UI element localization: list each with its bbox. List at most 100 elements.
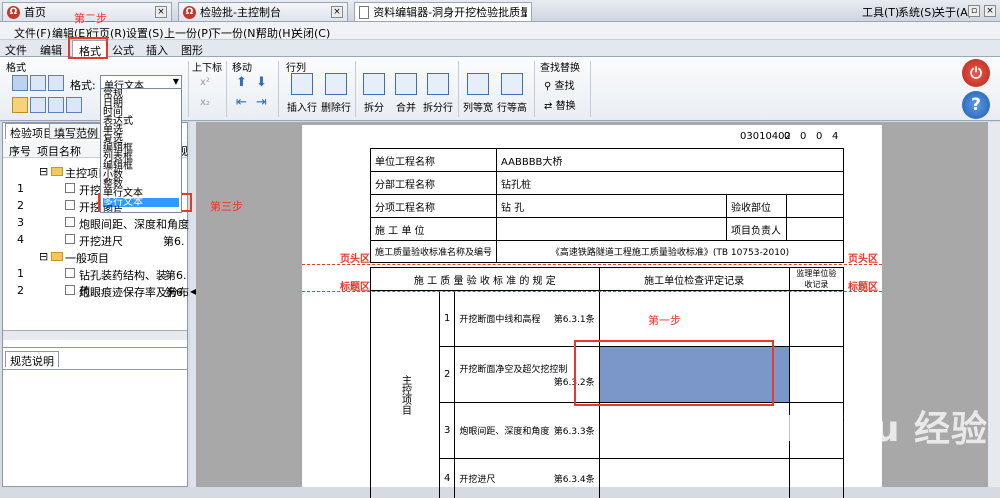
item-no: 1 <box>440 291 455 347</box>
menu-bar: 文件(F) 编辑(E) 行页(R) 设置(S) 上一份(P) 下一份(N) 帮助… <box>0 22 1000 40</box>
tab-edit[interactable]: 编辑 <box>40 42 62 58</box>
find-button[interactable]: ⚲ 查找 <box>544 77 575 92</box>
supervisor-cell[interactable] <box>789 291 843 347</box>
tab-console-label: 检验批-主控制台 <box>200 4 281 20</box>
checkbox[interactable] <box>65 200 75 210</box>
doc-code-digit: 4 <box>832 131 838 142</box>
menu-about[interactable]: 关于(A) <box>934 4 972 20</box>
menu-tools[interactable]: 工具(T) <box>862 4 899 20</box>
supervisor-cell[interactable] <box>789 347 843 403</box>
menu-system[interactable]: 系统(S) <box>898 4 936 20</box>
checkbox[interactable] <box>65 234 75 244</box>
tab-file[interactable]: 文件 <box>5 42 27 58</box>
value-cell[interactable] <box>787 218 844 241</box>
value-cell[interactable] <box>787 195 844 218</box>
checkbox[interactable] <box>65 217 75 227</box>
insert-row-button[interactable]: 插入行 <box>286 71 318 117</box>
align-left-icon[interactable] <box>12 75 28 91</box>
record-cell[interactable] <box>599 459 789 498</box>
collapse-icon[interactable]: ⊟ <box>39 250 48 263</box>
supervisor-cell[interactable] <box>789 459 843 498</box>
move-right-icon[interactable]: ⇥ <box>256 95 267 110</box>
value-cell: 《高速铁路隧道工程施工质量验收标准》(TB 10753-2010) <box>497 241 844 263</box>
col-header: 施 工 质 量 验 收 标 准 的 规 定 <box>371 268 600 291</box>
checkbox[interactable] <box>65 285 75 295</box>
help-icon[interactable]: ? <box>962 91 990 119</box>
tab-graphics[interactable]: 图形 <box>181 42 203 58</box>
item-no: 3 <box>440 403 455 459</box>
split-button[interactable]: 拆分 <box>360 71 388 117</box>
tree-row-no: 4 <box>17 233 24 246</box>
close-icon[interactable]: × <box>331 6 343 18</box>
move-left-icon[interactable]: ⇤ <box>236 95 247 110</box>
record-cell[interactable] <box>599 291 789 347</box>
tree-row-extra: 第6. <box>165 284 187 300</box>
equal-width-button[interactable]: 列等宽 <box>462 71 494 117</box>
menu-help[interactable]: 帮助(H) <box>256 25 295 41</box>
main-control-label: 主控项目 <box>371 291 440 498</box>
tree-row[interactable]: 4 开挖进尺 第6. <box>3 231 187 248</box>
collapse-icon[interactable]: ⊟ <box>39 165 48 178</box>
step1-highlight <box>574 340 774 406</box>
checkbox[interactable] <box>65 183 75 193</box>
window-close-icon[interactable]: × <box>984 5 996 17</box>
close-icon[interactable]: × <box>155 6 167 18</box>
tab-insert[interactable]: 插入 <box>146 42 168 58</box>
font-icon[interactable] <box>30 97 46 113</box>
record-cell[interactable] <box>599 403 789 459</box>
fill-icon[interactable] <box>66 97 82 113</box>
split-row-button[interactable]: 拆分行 <box>422 71 454 117</box>
checkbox[interactable] <box>65 268 75 278</box>
tab-examples[interactable]: 填写范例 <box>49 123 103 139</box>
menu-close[interactable]: 关闭(C) <box>292 25 330 41</box>
tree-row-group[interactable]: ⊟ 一般项目 <box>3 248 187 265</box>
lock-icon[interactable] <box>12 97 28 113</box>
item-clause: 第6.3.3条 <box>554 424 595 437</box>
label-cell: 项目负责人 <box>727 218 787 241</box>
tree-row-label: 开挖进尺 <box>79 233 123 249</box>
menu-prev[interactable]: 上一份(P) <box>164 25 212 41</box>
horizontal-scrollbar[interactable] <box>3 330 187 340</box>
watermark: Baidu 经验 <box>780 400 988 452</box>
move-up-icon[interactable]: ⬆ <box>236 75 247 90</box>
tab-spec[interactable]: 规范说明 <box>5 351 59 367</box>
align-right-icon[interactable] <box>48 75 64 91</box>
group-move-label: 移动 <box>232 59 252 74</box>
tree-row[interactable]: 2 炮眼痕迹保存率及分布 第6. <box>3 282 187 299</box>
item-name-text: 开挖断面净空及超欠挖控制 <box>459 365 567 375</box>
col-header: 监理单位验收记录 <box>789 268 843 291</box>
value-cell[interactable]: AABBBB大桥 <box>497 149 844 172</box>
tree-row[interactable]: 3 炮眼间距、深度和角度 <box>3 214 187 231</box>
restore-icon[interactable]: ▫ <box>968 5 980 17</box>
value-cell[interactable]: 钻 孔 <box>497 195 727 218</box>
move-down-icon[interactable]: ⬇ <box>256 75 267 90</box>
divider <box>534 61 535 117</box>
tab-formula[interactable]: 公式 <box>112 42 134 58</box>
group-find-label: 查找替换 <box>540 59 580 74</box>
menu-next[interactable]: 下一份(N) <box>210 25 260 41</box>
tab-console[interactable]: Ω 检验批-主控制台 × <box>178 2 348 21</box>
replace-button[interactable]: ⇄ 替换 <box>544 97 576 112</box>
border-icon[interactable] <box>48 97 64 113</box>
tab-home-label: 首页 <box>24 4 46 20</box>
value-cell[interactable] <box>497 218 727 241</box>
value-cell[interactable]: 钻孔桩 <box>497 172 844 195</box>
label-cell: 施工质量验收标准名称及编号 <box>371 241 497 263</box>
align-center-icon[interactable] <box>30 75 46 91</box>
merge-label: 合并 <box>396 103 416 114</box>
merge-button[interactable]: 合并 <box>392 71 420 117</box>
tree-row[interactable]: 1 钻孔装药结构、装药… 第6. <box>3 265 187 282</box>
menu-file[interactable]: 文件(F) <box>14 25 51 41</box>
tab-editor[interactable]: 资料编辑器-洞身开挖检验批质量验 <box>354 2 532 21</box>
delete-row-button[interactable]: 删除行 <box>320 71 352 117</box>
equal-height-button[interactable]: 行等高 <box>496 71 528 117</box>
subscript-icon[interactable]: x₂ <box>200 97 210 108</box>
vertical-scrollbar[interactable] <box>988 122 1000 487</box>
split-icon <box>363 73 385 95</box>
menu-settings[interactable]: 设置(S) <box>126 25 164 41</box>
superscript-icon[interactable]: x² <box>200 77 210 88</box>
tree-row-no: 3 <box>17 216 24 229</box>
header-zone-line <box>302 264 882 265</box>
dropdown-option[interactable]: 图片 <box>103 207 123 213</box>
power-icon[interactable]: ⏻ <box>962 59 990 87</box>
